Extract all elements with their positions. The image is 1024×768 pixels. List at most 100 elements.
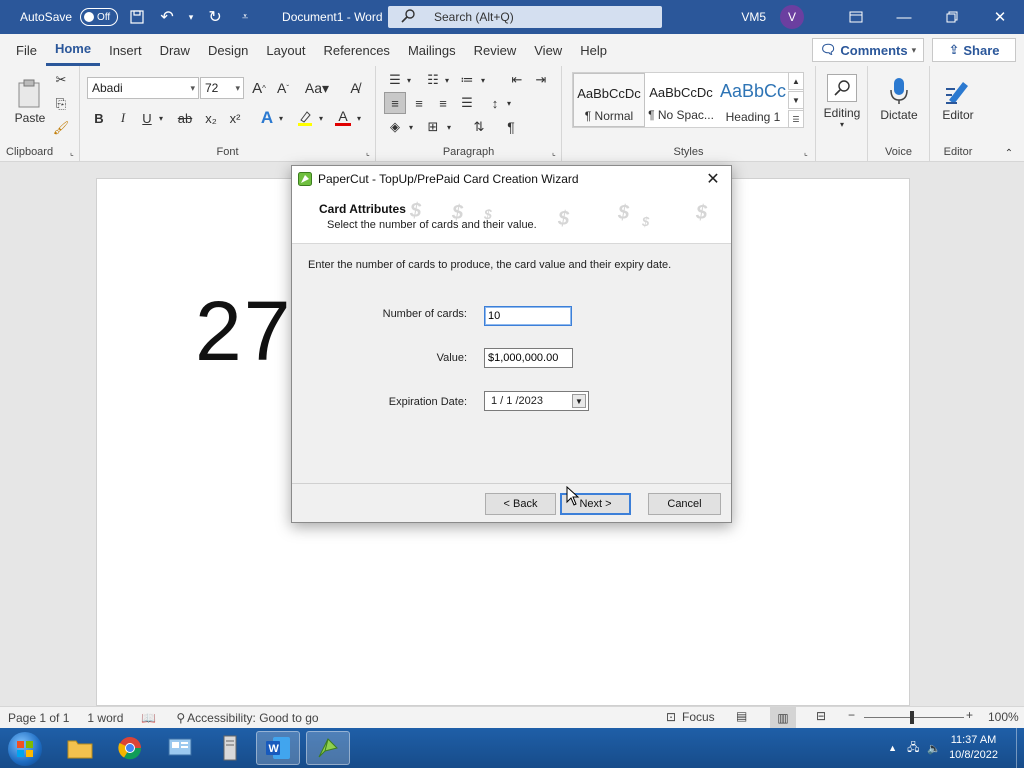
copy-icon[interactable]: ⎘ bbox=[52, 94, 70, 114]
dialog-launcher-icon[interactable]: ⌞ bbox=[66, 146, 78, 158]
customize-qat-icon[interactable]: ⩡ bbox=[234, 6, 256, 28]
print-layout-icon[interactable]: ▥ bbox=[770, 707, 796, 728]
dictate-button[interactable]: Dictate bbox=[872, 70, 926, 128]
shading-icon[interactable]: ◈ bbox=[384, 116, 406, 138]
font-size-dropdown[interactable]: 72 ▾ bbox=[200, 77, 244, 99]
minimize-icon[interactable]: — bbox=[880, 0, 928, 34]
zoom-out-icon[interactable]: − bbox=[848, 708, 855, 722]
web-layout-icon[interactable]: ⊟ bbox=[816, 709, 826, 723]
tab-references[interactable]: References bbox=[314, 34, 398, 66]
ribbon-display-options-icon[interactable] bbox=[832, 0, 880, 34]
redo-icon[interactable]: ↻ bbox=[204, 6, 226, 28]
tab-design[interactable]: Design bbox=[199, 34, 257, 66]
start-button[interactable] bbox=[8, 732, 42, 766]
align-right-icon[interactable]: ≡ bbox=[432, 92, 454, 114]
dialog-title-bar[interactable]: PaperCut - TopUp/PrePaid Card Creation W… bbox=[292, 166, 731, 192]
dialog-launcher-icon[interactable]: ⌞ bbox=[362, 146, 374, 158]
change-case-button[interactable]: Aa▾ bbox=[302, 78, 332, 98]
style-no-spacing[interactable]: AaBbCcDc ¶ No Spac... bbox=[645, 73, 717, 127]
read-mode-icon[interactable]: ▤ bbox=[736, 709, 747, 723]
back-button[interactable]: < Back bbox=[485, 493, 556, 515]
papercut-app-icon[interactable] bbox=[306, 731, 350, 765]
line-spacing-icon[interactable]: ↕ bbox=[484, 92, 506, 114]
cancel-button[interactable]: Cancel bbox=[648, 493, 721, 515]
dialog-launcher-icon[interactable]: ⌞ bbox=[548, 146, 560, 158]
expiration-date-picker[interactable]: 1 / 1 /2023 ▼ bbox=[484, 391, 589, 411]
paste-button[interactable]: Paste bbox=[10, 72, 50, 132]
word-count[interactable]: 1 word bbox=[87, 711, 123, 725]
numbering-icon[interactable]: ☷ bbox=[422, 70, 444, 90]
align-center-icon[interactable]: ≡ bbox=[408, 92, 430, 114]
editing-button[interactable]: Editing ▾ bbox=[822, 70, 862, 132]
show-desktop-button[interactable] bbox=[1016, 728, 1024, 768]
word-app-icon[interactable]: W bbox=[256, 731, 300, 765]
sort-icon[interactable]: ⇅ bbox=[468, 116, 490, 138]
grow-font-button[interactable]: A ^ bbox=[248, 78, 270, 98]
decrease-indent-icon[interactable]: ⇤ bbox=[506, 70, 528, 90]
chevron-down-icon[interactable]: ▾ bbox=[404, 70, 414, 90]
tab-insert[interactable]: Insert bbox=[100, 34, 151, 66]
clear-formatting-icon[interactable]: A̸ bbox=[344, 78, 366, 98]
highlight-icon[interactable] bbox=[294, 108, 316, 128]
tab-review[interactable]: Review bbox=[465, 34, 526, 66]
bold-button[interactable]: B bbox=[90, 108, 108, 128]
chevron-down-icon[interactable]: ▼ bbox=[572, 394, 586, 408]
style-normal[interactable]: AaBbCcDc ¶ Normal bbox=[573, 73, 645, 127]
save-icon[interactable] bbox=[126, 6, 148, 28]
italic-button[interactable]: I bbox=[114, 108, 132, 128]
volume-icon[interactable]: 🔈 bbox=[927, 742, 941, 755]
zoom-level[interactable]: 100% bbox=[988, 710, 1019, 724]
cut-icon[interactable]: ✂ bbox=[52, 70, 70, 90]
font-color-icon[interactable]: A bbox=[332, 106, 354, 128]
page-count[interactable]: Page 1 of 1 bbox=[8, 711, 69, 725]
clock[interactable]: 11:37 AM 10/8/2022 bbox=[949, 733, 998, 763]
restore-icon[interactable] bbox=[928, 0, 976, 34]
chevron-down-icon[interactable]: ▾ bbox=[276, 108, 286, 128]
gallery-more-icon[interactable]: ☰ bbox=[788, 110, 804, 128]
underline-button[interactable]: U bbox=[138, 108, 156, 128]
bullets-icon[interactable]: ☰ bbox=[384, 70, 406, 90]
gallery-up-icon[interactable]: ▲ bbox=[788, 72, 804, 90]
chevron-down-icon[interactable]: ▾ bbox=[354, 108, 364, 128]
tab-mailings[interactable]: Mailings bbox=[399, 34, 465, 66]
network-icon[interactable]: 🖧 bbox=[907, 739, 919, 758]
chevron-down-icon[interactable]: ▾ bbox=[442, 70, 452, 90]
proofing-icon[interactable]: 📖 bbox=[141, 711, 156, 725]
editor-button[interactable]: Editor bbox=[934, 70, 982, 128]
tab-file[interactable]: File bbox=[0, 34, 46, 66]
zoom-in-icon[interactable]: + bbox=[966, 708, 973, 722]
close-icon[interactable]: ✕ bbox=[976, 0, 1024, 34]
shrink-font-button[interactable]: Aˇ bbox=[272, 78, 294, 98]
strikethrough-button[interactable]: ab bbox=[174, 108, 196, 128]
chevron-down-icon[interactable]: ▾ bbox=[478, 70, 488, 90]
subscript-button[interactable]: x₂ bbox=[200, 108, 222, 128]
zoom-slider[interactable] bbox=[864, 717, 964, 718]
undo-icon[interactable]: ↶ bbox=[156, 6, 178, 28]
accessibility-status[interactable]: Accessibility: Good to go bbox=[187, 711, 318, 725]
document-text[interactable]: 27 bbox=[195, 283, 292, 380]
chrome-icon[interactable] bbox=[108, 731, 152, 765]
chevron-down-icon[interactable]: ▾ bbox=[504, 92, 514, 114]
multilevel-list-icon[interactable]: ≔ bbox=[456, 70, 478, 90]
gallery-down-icon[interactable]: ▼ bbox=[788, 91, 804, 109]
tab-help[interactable]: Help bbox=[571, 34, 616, 66]
collapse-ribbon-icon[interactable]: ⌃ bbox=[1002, 146, 1016, 160]
avatar[interactable]: V bbox=[780, 5, 804, 29]
focus-button[interactable]: Focus bbox=[682, 710, 715, 724]
chevron-down-icon[interactable]: ▾ bbox=[444, 116, 454, 138]
server-icon[interactable] bbox=[208, 731, 252, 765]
search-box[interactable]: Search (Alt+Q) bbox=[388, 6, 662, 28]
align-left-icon[interactable]: ≡ bbox=[384, 92, 406, 114]
share-button[interactable]: ⇪ Share bbox=[932, 38, 1016, 62]
font-name-dropdown[interactable]: Abadi ▾ bbox=[87, 77, 199, 99]
text-effects-icon[interactable]: A bbox=[256, 108, 278, 128]
undo-dropdown-icon[interactable]: ▾ bbox=[186, 6, 196, 28]
increase-indent-icon[interactable]: ⇥ bbox=[530, 70, 552, 90]
show-hidden-icons-icon[interactable]: ▲ bbox=[888, 743, 897, 753]
file-explorer-icon[interactable] bbox=[58, 731, 102, 765]
dialog-close-icon[interactable]: ✕ bbox=[703, 169, 723, 189]
number-of-cards-input[interactable] bbox=[484, 306, 572, 326]
justify-icon[interactable]: ☰ bbox=[456, 92, 478, 114]
dialog-launcher-icon[interactable]: ⌞ bbox=[800, 146, 812, 158]
comments-button[interactable]: 🗨 Comments ▾ bbox=[812, 38, 924, 62]
